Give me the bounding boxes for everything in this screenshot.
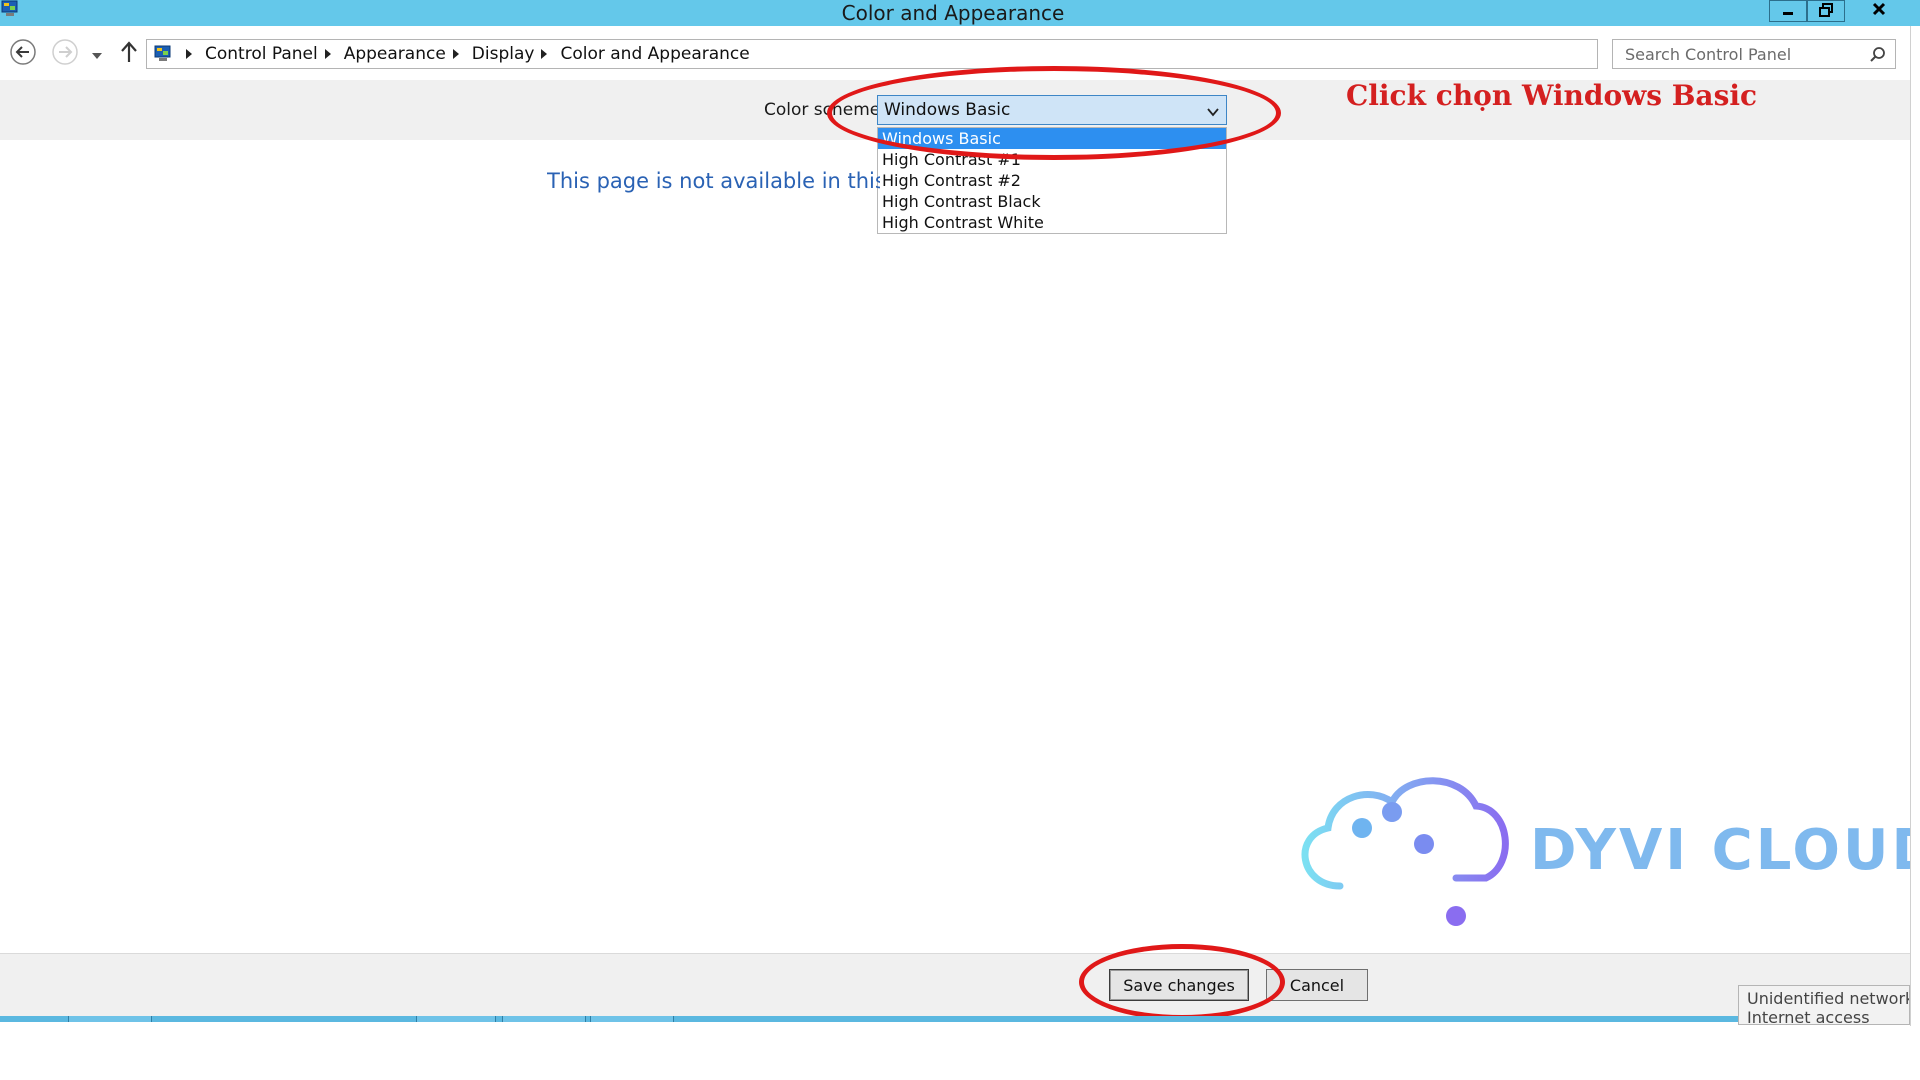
up-button[interactable] xyxy=(116,40,142,68)
search-icon[interactable] xyxy=(1869,46,1887,64)
back-arrow-icon xyxy=(9,38,37,70)
breadcrumb-control-panel[interactable]: Control Panel xyxy=(205,44,318,64)
network-access-status: Internet access xyxy=(1747,1008,1870,1025)
taskbar-item[interactable] xyxy=(502,1016,586,1022)
up-arrow-icon xyxy=(120,41,138,67)
search-box[interactable] xyxy=(1612,39,1896,69)
control-panel-icon xyxy=(153,45,173,63)
search-input[interactable] xyxy=(1613,44,1853,64)
option-high-contrast-black[interactable]: High Contrast Black xyxy=(878,191,1226,212)
taskbar-item[interactable] xyxy=(416,1016,496,1022)
network-status-tooltip: Unidentified network Internet access xyxy=(1738,985,1910,1025)
option-high-contrast-white[interactable]: High Contrast White xyxy=(878,212,1226,233)
window-right-edge xyxy=(1910,26,1920,1026)
breadcrumb-separator-icon[interactable] xyxy=(185,48,195,60)
highlight-ellipse-save xyxy=(1079,944,1285,1020)
breadcrumb-separator-icon[interactable] xyxy=(452,48,462,60)
taskbar-item[interactable] xyxy=(590,1016,674,1022)
back-button[interactable] xyxy=(8,39,38,69)
network-name: Unidentified network xyxy=(1747,989,1910,1008)
taskbar-item[interactable] xyxy=(68,1016,152,1022)
instruction-annotation: Click chọn Windows Basic xyxy=(1346,79,1758,112)
option-high-contrast-2[interactable]: High Contrast #2 xyxy=(878,170,1226,191)
recent-pages-icon xyxy=(91,45,103,64)
window-title: Color and Appearance xyxy=(841,1,1065,25)
breadcrumb-color-and-appearance[interactable]: Color and Appearance xyxy=(560,44,749,64)
close-button[interactable] xyxy=(1845,0,1913,22)
breadcrumb-appearance[interactable]: Appearance xyxy=(344,44,446,64)
title-bar: Color and Appearance xyxy=(0,0,1920,26)
recent-pages-button[interactable] xyxy=(88,44,106,64)
breadcrumb-separator-icon[interactable] xyxy=(540,48,550,60)
dialog-button-bar xyxy=(0,953,1910,1021)
taskbar xyxy=(0,1016,1920,1022)
forward-button[interactable] xyxy=(50,39,80,69)
restore-icon xyxy=(1819,2,1833,21)
breadcrumb-separator-icon[interactable] xyxy=(324,48,334,60)
highlight-ellipse-dropdown xyxy=(827,66,1281,160)
not-available-message: This page is not available in this editi… xyxy=(547,169,880,193)
logo-text: DYVI CLOUD xyxy=(1530,818,1920,883)
minimize-icon xyxy=(1781,2,1795,21)
forward-arrow-icon xyxy=(51,38,79,70)
close-icon xyxy=(1871,1,1887,21)
minimize-button[interactable] xyxy=(1769,0,1807,22)
restore-button[interactable] xyxy=(1807,0,1845,22)
breadcrumb-display[interactable]: Display xyxy=(472,44,535,64)
address-bar[interactable]: Control Panel Appearance Display Color a… xyxy=(146,39,1731,69)
